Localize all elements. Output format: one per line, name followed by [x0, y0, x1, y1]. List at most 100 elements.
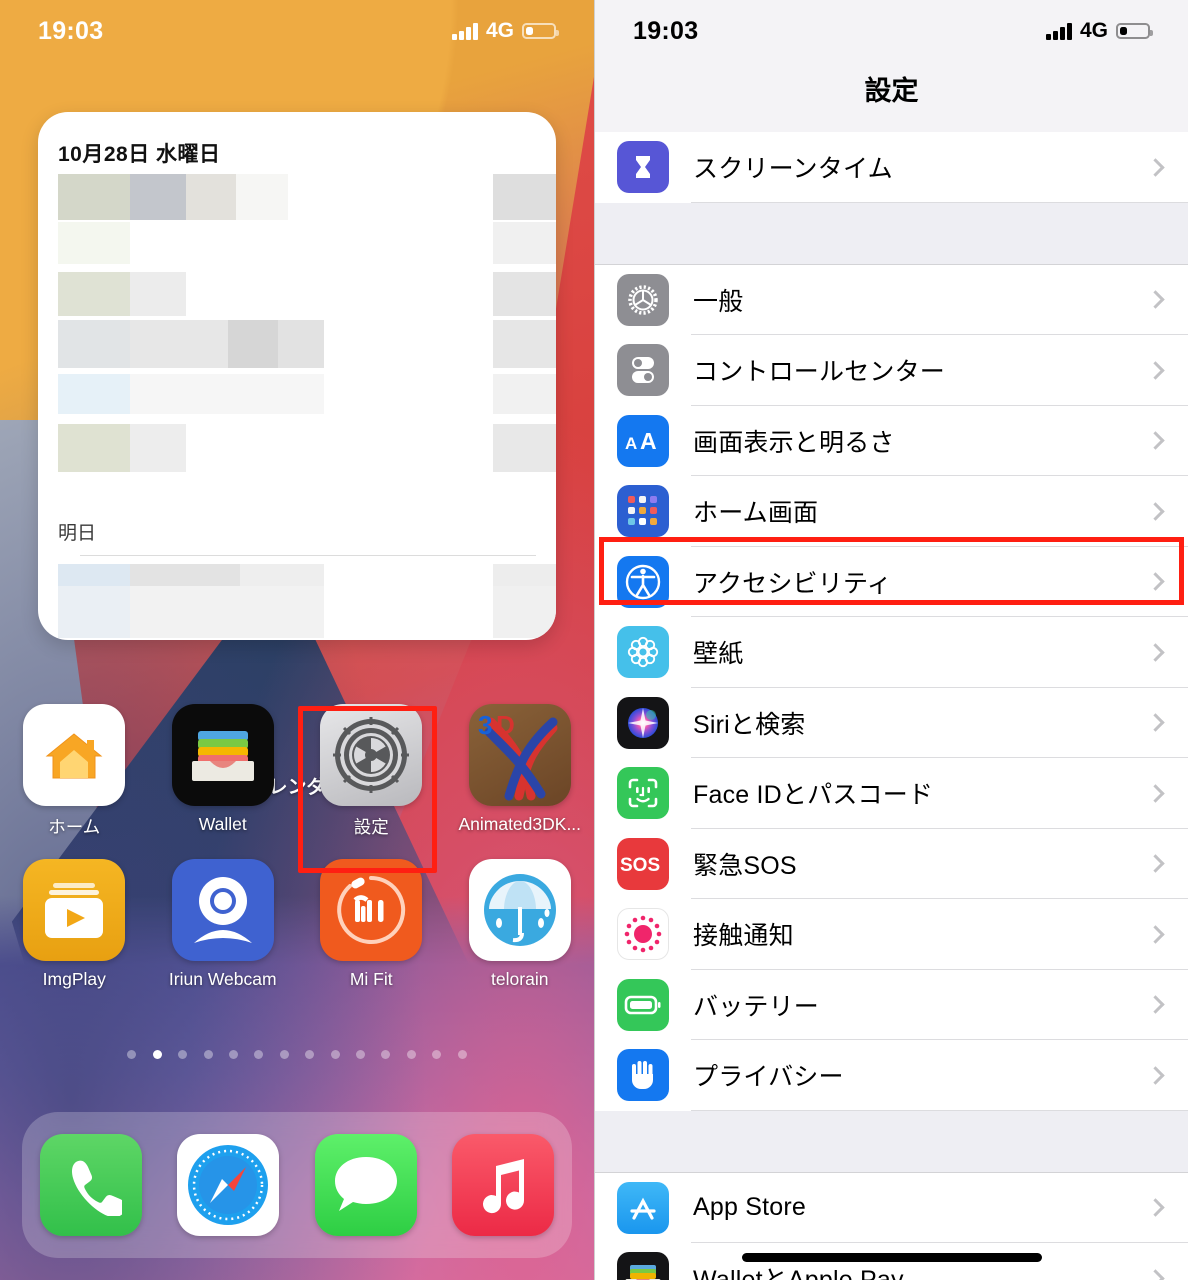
calendar-widget-card[interactable]: 10月28日 水曜日 明日 — [38, 112, 556, 640]
settings-row-display-brightness[interactable]: A A 画面表示と明るさ — [595, 405, 1188, 476]
redacted-event-block — [58, 586, 130, 638]
app-home[interactable]: ホーム — [0, 704, 149, 839]
app-wallet[interactable]: Wallet — [149, 704, 298, 839]
signal-bars-icon — [1046, 22, 1072, 40]
settings-row-control-center[interactable]: コントロールセンター — [595, 335, 1188, 406]
svg-text:3: 3 — [478, 710, 492, 740]
redacted-event-block — [493, 424, 556, 472]
app-telorain[interactable]: telorain — [446, 859, 595, 990]
page-dot[interactable] — [355, 1050, 365, 1059]
settings-row-exposure-notifications[interactable]: 接触通知 — [595, 899, 1188, 970]
page-dot[interactable] — [254, 1050, 264, 1059]
music-app-icon[interactable] — [452, 1134, 555, 1236]
dock-app-messages[interactable] — [297, 1134, 435, 1236]
settings-row-label: アクセシビリティ — [693, 569, 892, 598]
home-status-bar: 19:03 4G — [0, 0, 594, 62]
settings-row-accessibility[interactable]: アクセシビリティ — [595, 546, 1188, 617]
page-dot-active[interactable] — [152, 1050, 162, 1059]
home-app-icon[interactable] — [23, 704, 126, 806]
dock-app-safari[interactable] — [160, 1134, 298, 1236]
settings-row-label: コントロールセンター — [693, 358, 946, 387]
page-indicator-dots[interactable] — [0, 1050, 594, 1059]
svg-text:SOS: SOS — [620, 855, 660, 876]
settings-row-emergency-sos[interactable]: SOS 緊急SOS — [595, 828, 1188, 899]
page-dot[interactable] — [229, 1050, 239, 1059]
redacted-event-block — [236, 174, 288, 220]
settings-row-label: WalletとApple Pay — [693, 1260, 1149, 1280]
app-label: Iriun Webcam — [168, 969, 277, 989]
redacted-event-block — [493, 374, 556, 414]
page-dot[interactable] — [203, 1050, 213, 1059]
status-bar-network: 4G — [1079, 19, 1108, 42]
settings-row-label: Face IDとパスコード — [693, 781, 934, 810]
dock-app-music[interactable] — [435, 1134, 573, 1236]
status-bar-time: 19:03 — [38, 16, 104, 45]
redacted-event-block — [493, 564, 556, 586]
settings-gear-icon[interactable] — [320, 704, 423, 806]
home-app-grid: ホーム Wallet 設定 3 D Animated3DK... ImgPlay… — [0, 704, 594, 990]
battery-low-icon — [522, 23, 559, 39]
settings-row-siri-search[interactable]: Siriと検索 — [595, 687, 1188, 758]
calendar-widget[interactable]: 10月28日 水曜日 明日 カレンダー — [38, 112, 556, 798]
app-store-icon — [617, 1181, 669, 1234]
settings-row-home-screen[interactable]: ホーム画面 — [595, 476, 1188, 547]
exposure-notification-icon — [617, 908, 669, 961]
imgplay-app-icon[interactable] — [23, 859, 126, 961]
redacted-event-block — [130, 320, 228, 368]
redacted-event-block — [130, 564, 240, 586]
app-settings[interactable]: 設定 — [297, 704, 446, 839]
svg-text:A: A — [625, 434, 637, 453]
dock-app-phone[interactable] — [22, 1134, 160, 1236]
chevron-right-icon — [1146, 784, 1165, 803]
page-dot[interactable] — [330, 1050, 340, 1059]
page-dot[interactable] — [178, 1050, 188, 1059]
chevron-right-icon — [1146, 290, 1165, 309]
chevron-right-icon — [1146, 1066, 1165, 1085]
safari-app-icon[interactable] — [177, 1134, 280, 1236]
ios-settings-screen: 19:03 4G 設定 スクリーンタイム 一般 コントロールセンター A A 画… — [594, 0, 1188, 1280]
settings-row-label: 画面表示と明るさ — [693, 428, 895, 457]
accessibility-icon — [617, 555, 669, 608]
iphone-home-screen: 19:03 4G 10月28日 水曜日 明日 カレンダー ホーム Wallet … — [0, 0, 594, 1280]
animated3dknots-app-icon[interactable]: 3 D — [468, 704, 571, 806]
page-dot[interactable] — [432, 1050, 442, 1059]
settings-row-app-store[interactable]: App Store — [595, 1172, 1188, 1243]
siri-icon — [617, 696, 669, 749]
chevron-right-icon — [1146, 1269, 1165, 1280]
mifit-app-icon[interactable] — [320, 859, 423, 961]
settings-row-label: バッテリー — [693, 992, 820, 1021]
settings-row-face-id-passcode[interactable]: Face IDとパスコード — [595, 758, 1188, 829]
page-dot[interactable] — [381, 1050, 391, 1059]
iriun-webcam-app-icon[interactable] — [171, 859, 274, 961]
app-imgplay[interactable]: ImgPlay — [0, 859, 149, 990]
page-dot[interactable] — [406, 1050, 416, 1059]
settings-row-general[interactable]: 一般 — [595, 264, 1188, 335]
chevron-right-icon — [1146, 361, 1165, 380]
redacted-event-block — [493, 174, 556, 220]
page-dot[interactable] — [127, 1050, 137, 1059]
settings-row-screen-time[interactable]: スクリーンタイム — [595, 132, 1188, 203]
app-mifit[interactable]: Mi Fit — [297, 859, 446, 990]
settings-row-wallpaper[interactable]: 壁紙 — [595, 617, 1188, 688]
chevron-right-icon — [1146, 572, 1165, 591]
home-indicator-bar — [741, 1253, 1042, 1262]
app-iriun-webcam[interactable]: Iriun Webcam — [149, 859, 298, 990]
home-screen-grid-icon — [617, 485, 669, 538]
telorain-app-icon[interactable] — [468, 859, 571, 961]
page-dot[interactable] — [457, 1050, 467, 1059]
redacted-event-block — [58, 564, 130, 586]
redacted-event-block — [493, 320, 556, 368]
wallet-app-icon[interactable] — [171, 704, 274, 806]
chevron-right-icon — [1146, 925, 1165, 944]
page-dot[interactable] — [279, 1050, 289, 1059]
battery-low-icon — [1116, 23, 1153, 39]
settings-row-privacy[interactable]: プライバシー — [595, 1040, 1188, 1111]
app-animated3dknots[interactable]: 3 D Animated3DK... — [446, 704, 595, 839]
phone-app-icon[interactable] — [39, 1134, 142, 1236]
messages-app-icon[interactable] — [314, 1134, 417, 1236]
status-bar-indicators: 4G — [452, 19, 559, 43]
page-dot[interactable] — [305, 1050, 315, 1059]
settings-row-battery[interactable]: バッテリー — [595, 969, 1188, 1040]
chevron-right-icon — [1146, 502, 1165, 521]
redacted-event-block — [130, 586, 324, 638]
